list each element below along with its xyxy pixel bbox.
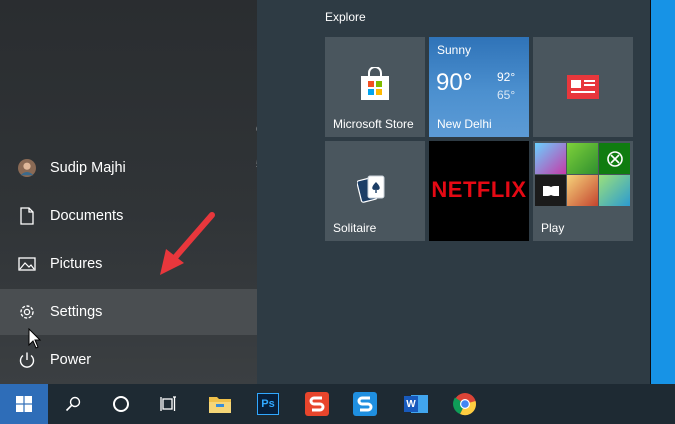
solitaire-tile[interactable]: Solitaire	[325, 141, 425, 241]
pictures-label: Pictures	[50, 256, 103, 272]
weather-city: New Delhi	[437, 117, 492, 131]
start-menu-left-pane: Sudip Majhi Documents Pictures Settings	[0, 0, 257, 384]
candy-crush-mini-icon	[535, 143, 566, 174]
search-button[interactable]	[49, 384, 97, 424]
microsoft-store-label: Microsoft Store	[333, 117, 414, 131]
game-mini-icon	[599, 175, 630, 206]
news-tile[interactable]	[533, 37, 633, 137]
game-mini-icon	[567, 143, 598, 174]
start-button[interactable]	[0, 384, 48, 424]
dolby-icon	[535, 175, 566, 206]
taskbar: Ps W	[0, 384, 675, 424]
news-icon	[567, 75, 599, 99]
cortana-button[interactable]	[97, 384, 145, 424]
user-account-item[interactable]: Sudip Majhi	[0, 145, 257, 191]
snagit-editor-button[interactable]	[293, 384, 341, 424]
word-button[interactable]: W	[392, 384, 440, 424]
search-icon	[65, 396, 81, 412]
snagit-icon	[353, 392, 377, 416]
disney-game-mini-icon	[567, 175, 598, 206]
xbox-icon	[599, 143, 630, 174]
play-folder-tile[interactable]: Play	[533, 141, 633, 241]
mouse-cursor-icon	[28, 328, 42, 349]
task-view-button[interactable]	[145, 384, 193, 424]
netflix-tile[interactable]: NETFLIX	[429, 141, 529, 241]
gear-icon	[18, 303, 36, 321]
word-letter: W	[404, 396, 418, 412]
documents-label: Documents	[50, 208, 124, 224]
power-icon	[18, 351, 36, 369]
cards-icon	[357, 175, 385, 203]
settings-label: Settings	[50, 304, 103, 320]
folder-icon	[209, 397, 231, 413]
chrome-icon	[453, 393, 476, 416]
weather-temperature: 90°	[436, 69, 473, 96]
red-arrow-annotation	[160, 212, 215, 275]
snagit-button[interactable]	[341, 384, 389, 424]
user-name: Sudip Majhi	[50, 160, 126, 176]
windows-logo-icon	[16, 396, 32, 412]
weather-low: 65°	[497, 88, 516, 102]
microsoft-store-tile[interactable]: Microsoft Store	[325, 37, 425, 137]
store-bag-icon	[361, 67, 389, 100]
word-icon: W	[404, 393, 428, 415]
task-view-icon	[160, 396, 176, 411]
cortana-circle-icon	[113, 396, 129, 412]
photoshop-icon: Ps	[257, 393, 279, 415]
snagit-editor-icon	[305, 392, 329, 416]
document-icon	[18, 207, 36, 225]
photoshop-button[interactable]: Ps	[244, 384, 292, 424]
weather-condition: Sunny	[437, 43, 472, 57]
power-label: Power	[50, 352, 92, 368]
tiles-group-header: Explore	[325, 10, 366, 24]
netflix-logo: NETFLIX	[431, 177, 527, 202]
weather-high: 92°	[497, 70, 516, 84]
picture-icon	[18, 255, 36, 273]
desktop-background-strip	[650, 0, 675, 384]
solitaire-label: Solitaire	[333, 221, 377, 235]
avatar	[18, 159, 36, 177]
play-label: Play	[541, 221, 565, 235]
chrome-button[interactable]	[441, 384, 489, 424]
weather-tile[interactable]: Sunny 90° 92° 65° New Delhi	[429, 37, 529, 137]
file-explorer-button[interactable]	[196, 384, 244, 424]
